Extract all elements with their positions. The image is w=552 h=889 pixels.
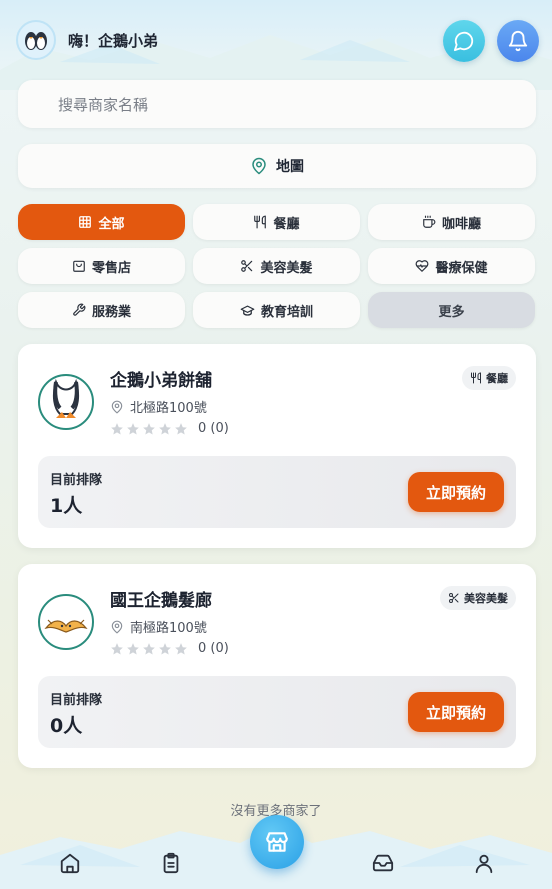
star-icon xyxy=(159,422,171,435)
shop-name: 企鵝小弟餅舖 xyxy=(110,371,212,391)
category-label: 餐廳 xyxy=(273,216,300,232)
book-now-button[interactable]: 立即預約 xyxy=(408,472,504,512)
shop-card[interactable]: 企鵝小弟餅舖 北極路100號 0 (0) 餐廳 目前排隊 1人 立即預約 xyxy=(18,344,536,548)
fork-knife-icon xyxy=(254,215,267,229)
nav-orders[interactable] xyxy=(156,848,186,878)
category-label: 教育培訓 xyxy=(260,304,313,320)
nav-stores[interactable] xyxy=(250,815,304,869)
search-placeholder: 搜尋商家名稱 xyxy=(58,95,149,114)
store-icon xyxy=(266,832,288,852)
tag-label: 美容美髮 xyxy=(464,592,508,605)
book-now-button[interactable]: 立即預約 xyxy=(408,692,504,732)
shop-address: 北極路100號 xyxy=(110,397,207,416)
home-icon xyxy=(60,853,80,874)
shop-address-text: 南極路100號 xyxy=(130,621,207,636)
rating-text: 0 (0) xyxy=(198,641,229,656)
star-icon xyxy=(175,642,187,655)
category-label: 零售店 xyxy=(91,260,131,276)
coffee-cup-icon xyxy=(423,215,436,228)
star-icon xyxy=(111,422,123,435)
nav-home[interactable] xyxy=(55,848,85,878)
search-input[interactable]: 搜尋商家名稱 xyxy=(18,80,536,128)
category-label: 全部 xyxy=(98,216,125,232)
star-icon xyxy=(159,642,171,655)
inbox-icon xyxy=(372,854,394,872)
map-button-label: 地圖 xyxy=(276,159,304,175)
category-label: 服務業 xyxy=(91,304,131,320)
notifications-button[interactable] xyxy=(497,20,539,62)
category-retail[interactable]: 零售店 xyxy=(18,248,185,284)
star-icon xyxy=(143,642,155,655)
clipboard-icon xyxy=(163,852,179,874)
star-icon xyxy=(111,642,123,655)
queue-count: 0人 xyxy=(50,715,83,737)
category-label: 醫療保健 xyxy=(435,260,488,276)
shop-name: 國王企鵝髮廊 xyxy=(110,591,212,611)
shopping-bag-icon xyxy=(73,260,85,272)
rating-text: 0 (0) xyxy=(198,421,229,436)
greeting-text: 嗨！企鵝小弟 xyxy=(68,31,159,50)
star-icon xyxy=(175,422,187,435)
category-label: 咖啡廳 xyxy=(441,216,481,232)
star-icon xyxy=(127,422,139,435)
category-more[interactable]: 更多 xyxy=(368,292,535,328)
shop-logo xyxy=(38,374,94,430)
shop-address-text: 北極路100號 xyxy=(130,401,207,416)
map-pin-icon xyxy=(111,620,123,634)
nav-profile[interactable] xyxy=(469,848,499,878)
queue-label: 目前排隊 xyxy=(50,693,103,708)
shop-card[interactable]: 國王企鵝髮廊 南極路100號 0 (0) 美容美髮 目前排隊 0人 立即預約 xyxy=(18,564,536,768)
category-education[interactable]: 教育培訓 xyxy=(193,292,360,328)
fork-knife-icon xyxy=(471,372,481,384)
category-beauty[interactable]: 美容美髮 xyxy=(193,248,360,284)
user-icon xyxy=(475,854,493,874)
category-filter: 全部 餐廳 咖啡廳 零售店 美容美髮 醫療保健 服務業 教育培訓 更多 xyxy=(18,204,536,328)
penguin-avatar[interactable] xyxy=(16,20,56,60)
category-label: 更多 xyxy=(438,304,465,320)
bell-icon xyxy=(508,31,528,52)
category-all[interactable]: 全部 xyxy=(18,204,185,240)
rating-stars xyxy=(110,422,188,436)
category-label: 美容美髮 xyxy=(260,260,313,276)
map-pin-icon xyxy=(252,157,266,175)
category-services[interactable]: 服務業 xyxy=(18,292,185,328)
chat-button[interactable] xyxy=(443,20,485,62)
wrench-icon xyxy=(73,303,86,316)
category-cafe[interactable]: 咖啡廳 xyxy=(368,204,535,240)
category-restaurant[interactable]: 餐廳 xyxy=(193,204,360,240)
queue-label: 目前排隊 xyxy=(50,473,103,488)
grid-icon xyxy=(79,216,92,228)
scissors-icon xyxy=(241,260,253,272)
shop-category-tag: 餐廳 xyxy=(462,366,516,390)
queue-panel: 目前排隊 0人 立即預約 xyxy=(38,676,516,748)
shop-category-tag: 美容美髮 xyxy=(440,586,516,610)
category-healthcare[interactable]: 醫療保健 xyxy=(368,248,535,284)
app-header: 嗨！企鵝小弟 xyxy=(16,18,540,62)
map-pin-icon xyxy=(111,400,123,414)
tag-label: 餐廳 xyxy=(486,372,508,385)
bottom-navigation xyxy=(0,815,552,889)
queue-panel: 目前排隊 1人 立即預約 xyxy=(38,456,516,528)
nav-inbox[interactable] xyxy=(368,848,398,878)
heart-pulse-icon xyxy=(416,260,429,272)
map-button[interactable]: 地圖 xyxy=(18,144,536,188)
graduation-cap-icon xyxy=(240,305,255,316)
star-icon xyxy=(143,422,155,435)
shop-rating: 0 (0) xyxy=(110,421,229,436)
scissors-icon xyxy=(449,593,459,603)
star-icon xyxy=(127,642,139,655)
queue-count: 1人 xyxy=(50,495,83,517)
shop-rating: 0 (0) xyxy=(110,641,229,656)
shop-logo xyxy=(38,594,94,650)
rating-stars xyxy=(110,642,188,656)
chat-bubble-icon xyxy=(453,31,474,52)
shop-address: 南極路100號 xyxy=(110,617,207,636)
